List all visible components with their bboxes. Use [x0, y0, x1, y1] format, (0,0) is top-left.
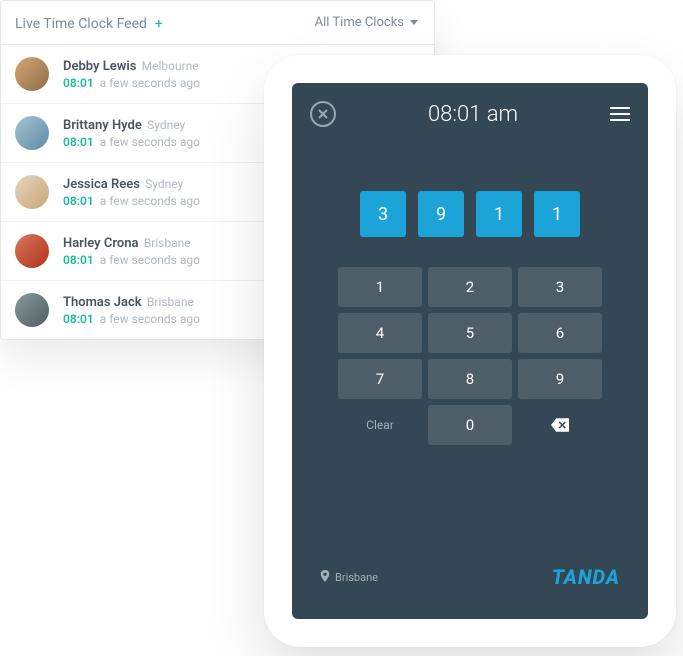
- avatar: [15, 116, 49, 150]
- feed-name: Jessica Rees: [63, 177, 140, 192]
- feed-time: 08:01: [63, 253, 94, 267]
- avatar: [15, 57, 49, 91]
- feed-item-text: Brittany Hyde Sydney 08:01 a few seconds…: [63, 118, 200, 149]
- backspace-icon: [551, 418, 569, 432]
- pin-digit: 3: [360, 191, 406, 237]
- menu-button[interactable]: [610, 107, 630, 121]
- feed-location: Melbourne: [142, 59, 199, 73]
- feed-item-text: Jessica Rees Sydney 08:01 a few seconds …: [63, 177, 200, 208]
- feed-ago: a few seconds ago: [100, 76, 200, 90]
- close-icon: [317, 108, 329, 120]
- feed-name: Harley Crona: [63, 236, 138, 251]
- feed-title-wrap: Live Time Clock Feed +: [15, 13, 163, 32]
- feed-time: 08:01: [63, 135, 94, 149]
- key-6[interactable]: 6: [518, 313, 602, 353]
- feed-ago: a few seconds ago: [100, 253, 200, 267]
- key-0[interactable]: 0: [428, 405, 512, 445]
- feed-ago: a few seconds ago: [100, 135, 200, 149]
- feed-location: Sydney: [145, 177, 183, 191]
- feed-ago: a few seconds ago: [100, 312, 200, 326]
- brand-logo: TANDA: [552, 565, 620, 589]
- feed-location: Brisbane: [147, 295, 194, 309]
- device-location-text: Brisbane: [335, 571, 378, 584]
- pin-digit: 1: [534, 191, 580, 237]
- key-3[interactable]: 3: [518, 267, 602, 307]
- device-time: 08:01 am: [428, 102, 518, 127]
- keypad: 1 2 3 4 5 6 7 8 9 Clear 0: [292, 267, 648, 445]
- feed-time: 08:01: [63, 194, 94, 208]
- feed-time: 08:01: [63, 76, 94, 90]
- device-footer: Brisbane TANDA: [292, 565, 648, 619]
- feed-item-text: Harley Crona Brisbane 08:01 a few second…: [63, 236, 200, 267]
- feed-filter-dropdown[interactable]: All Time Clocks: [315, 15, 418, 30]
- key-4[interactable]: 4: [338, 313, 422, 353]
- feed-header: Live Time Clock Feed + All Time Clocks: [1, 1, 434, 45]
- avatar: [15, 175, 49, 209]
- add-feed-button[interactable]: +: [155, 16, 163, 32]
- feed-location: Brisbane: [144, 236, 191, 250]
- time-clock-device: 08:01 am 3 9 1 1 1 2 3 4 5 6 7 8 9 Clear…: [264, 55, 676, 647]
- key-9[interactable]: 9: [518, 359, 602, 399]
- location-pin-icon: [320, 570, 330, 585]
- feed-location: Sydney: [147, 118, 185, 132]
- key-5[interactable]: 5: [428, 313, 512, 353]
- feed-name: Debby Lewis: [63, 59, 136, 74]
- close-button[interactable]: [310, 101, 336, 127]
- feed-item-text: Thomas Jack Brisbane 08:01 a few seconds…: [63, 295, 200, 326]
- feed-title: Live Time Clock Feed: [15, 16, 147, 32]
- pin-display: 3 9 1 1: [292, 161, 648, 267]
- device-location: Brisbane: [320, 570, 378, 585]
- pin-digit: 1: [476, 191, 522, 237]
- feed-ago: a few seconds ago: [100, 194, 200, 208]
- feed-time: 08:01: [63, 312, 94, 326]
- hamburger-icon: [610, 107, 630, 109]
- avatar: [15, 234, 49, 268]
- pin-digit: 9: [418, 191, 464, 237]
- key-backspace[interactable]: [518, 405, 602, 445]
- key-8[interactable]: 8: [428, 359, 512, 399]
- avatar: [15, 293, 49, 327]
- key-clear[interactable]: Clear: [338, 405, 422, 445]
- feed-item-text: Debby Lewis Melbourne 08:01 a few second…: [63, 59, 200, 90]
- key-2[interactable]: 2: [428, 267, 512, 307]
- key-7[interactable]: 7: [338, 359, 422, 399]
- feed-name: Brittany Hyde: [63, 118, 142, 133]
- chevron-down-icon: [410, 20, 418, 25]
- device-header: 08:01 am: [292, 83, 648, 141]
- key-1[interactable]: 1: [338, 267, 422, 307]
- feed-filter-label: All Time Clocks: [315, 15, 404, 30]
- device-screen: 08:01 am 3 9 1 1 1 2 3 4 5 6 7 8 9 Clear…: [292, 83, 648, 619]
- feed-name: Thomas Jack: [63, 295, 142, 310]
